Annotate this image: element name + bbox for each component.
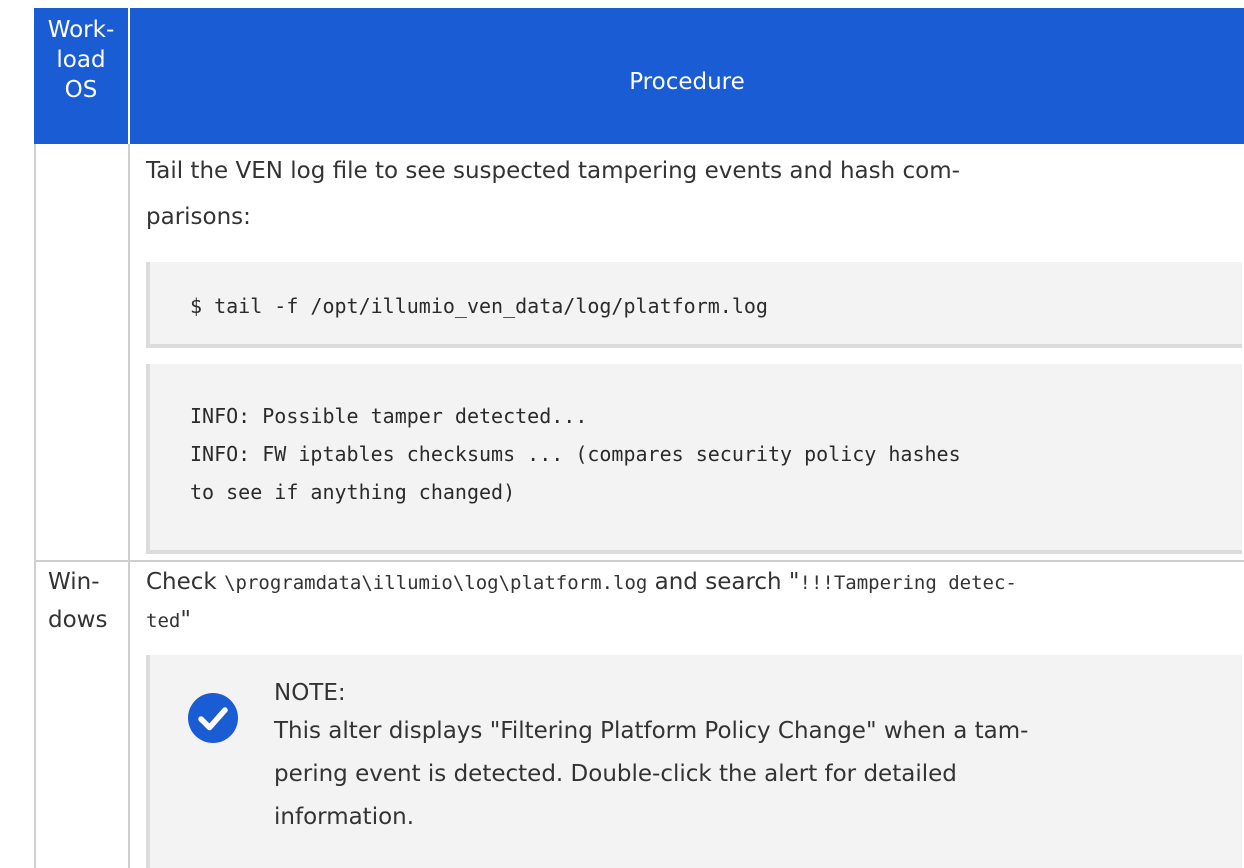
output-line: to see if anything changed) — [190, 480, 516, 504]
check-term-end: ted — [146, 610, 181, 632]
row2-check-line2: ted" — [146, 601, 191, 640]
check-circle-icon — [188, 693, 238, 743]
check-end-quote: " — [180, 607, 191, 633]
command-line: $ tail -f /opt/illumio_ven_data/log/plat… — [190, 294, 768, 318]
note-line: information. — [274, 804, 415, 830]
output-line: INFO: Possible tamper detected... — [190, 404, 588, 428]
row2-os-line1: Win- — [48, 569, 100, 595]
note-callout: NOTE: This alter displays "Filtering Pla… — [146, 655, 1242, 868]
output-code-block: INFO: Possible tamper detected... INFO: … — [146, 364, 1242, 554]
note-line: pering event is detected. Double-click t… — [274, 761, 957, 787]
check-prefix: Check — [146, 569, 225, 595]
row1-intro-line1: Tail the VEN log file to see suspected t… — [146, 158, 960, 184]
output-line: INFO: FW iptables checksums ... (compare… — [190, 442, 961, 466]
header-procedure: Procedure — [130, 8, 1244, 144]
header-os-line: OS — [64, 77, 98, 103]
check-middle: and search " — [647, 569, 800, 595]
check-term: !!!Tampering detec- — [799, 572, 1017, 594]
header-procedure-label: Procedure — [629, 69, 745, 95]
command-code-block: $ tail -f /opt/illumio_ven_data/log/plat… — [146, 262, 1242, 348]
note-title: NOTE: — [274, 680, 346, 706]
row2-os-line2: dows — [48, 607, 108, 633]
row2-check-line1: Check \programdata\illumio\log\platform.… — [146, 563, 1017, 602]
header-os-line: Work- — [47, 17, 115, 43]
grid-line-left — [34, 144, 36, 868]
row-divider — [34, 560, 1244, 562]
row1-intro-line2: parisons: — [146, 204, 251, 230]
grid-line-middle — [128, 144, 130, 868]
header-workload-os: Work- load OS — [34, 8, 128, 144]
note-line: This alter displays "Filtering Platform … — [274, 718, 1029, 744]
header-os-line: load — [56, 47, 106, 73]
check-path: \programdata\illumio\log\platform.log — [224, 572, 648, 594]
procedure-table: Work- load OS Procedure Tail the VEN log… — [0, 0, 1244, 868]
